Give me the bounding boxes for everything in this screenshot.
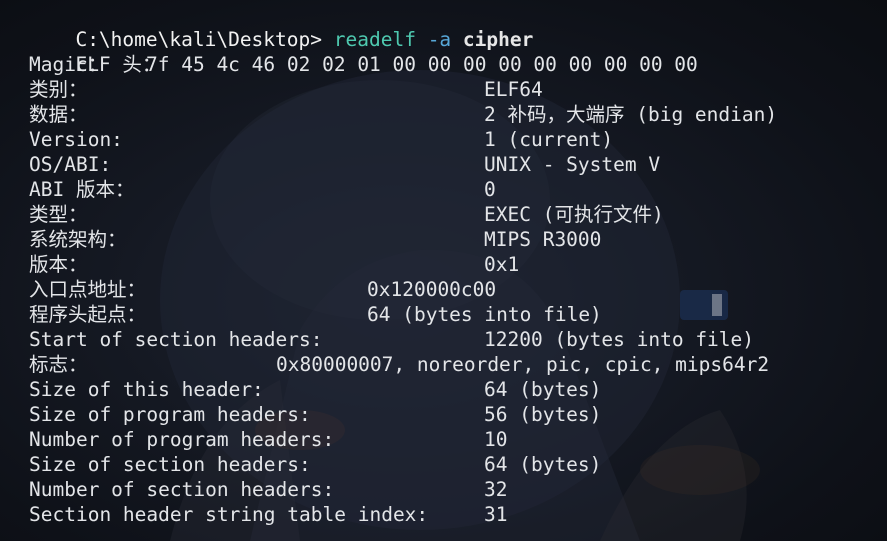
elf-field-row: ABI 版本： 0 bbox=[5, 177, 887, 202]
elf-field-row: Number of program headers: 10 bbox=[5, 427, 887, 452]
elf-field-row: Size of section headers: 64 (bytes) bbox=[5, 452, 887, 477]
field-value: 12200 (bytes into file) bbox=[484, 328, 755, 351]
field-label: Version: bbox=[29, 128, 123, 151]
magic-bytes: 7f 45 4c 46 02 02 01 00 00 00 00 00 00 0… bbox=[146, 53, 698, 76]
field-label: OS/ABI: bbox=[29, 153, 112, 176]
field-value: 31 bbox=[484, 503, 508, 526]
field-value: ELF64 bbox=[484, 78, 543, 101]
elf-field-row: 类别： ELF64 bbox=[5, 77, 887, 102]
field-label: 类别： bbox=[29, 78, 88, 101]
field-value: 64 (bytes) bbox=[484, 453, 602, 476]
field-label: Number of section headers: bbox=[29, 478, 335, 501]
field-value: 10 bbox=[484, 428, 508, 451]
elf-field-row: Section header string table index: 31 bbox=[5, 502, 887, 527]
field-value: 0x1 bbox=[484, 253, 520, 276]
field-value: 64 (bytes) bbox=[484, 378, 602, 401]
field-label: 版本： bbox=[29, 253, 88, 276]
elf-field-row: 数据： 2 补码，大端序 (big endian) bbox=[5, 102, 887, 127]
field-label: 数据： bbox=[29, 103, 88, 126]
elf-field-row: Size of program headers: 56 (bytes) bbox=[5, 402, 887, 427]
field-value: 0 bbox=[484, 178, 496, 201]
field-label: 程序头起点： bbox=[29, 303, 147, 326]
field-value: 64 (bytes into file) bbox=[367, 303, 602, 326]
field-value: 0x80000007, noreorder, pic, cpic, mips64… bbox=[276, 353, 770, 376]
field-label: ABI 版本： bbox=[29, 178, 135, 201]
elf-header-title: ELF 头： bbox=[5, 27, 887, 76]
terminal-window[interactable]: C:\home\kali\Desktop> readelf -a cipher … bbox=[0, 0, 887, 541]
field-label: Size of section headers: bbox=[29, 453, 311, 476]
field-value: EXEC (可执行文件) bbox=[484, 203, 664, 226]
elf-field-row: Number of section headers: 32 bbox=[5, 477, 887, 502]
elf-field-row: 类型： EXEC (可执行文件) bbox=[5, 202, 887, 227]
elf-field-row: Size of this header: 64 (bytes) bbox=[5, 377, 887, 402]
prompt-line: C:\home\kali\Desktop> readelf -a cipher bbox=[5, 2, 887, 51]
field-label: Size of program headers: bbox=[29, 403, 311, 426]
field-label: Section header string table index: bbox=[29, 503, 429, 526]
field-label: 系统架构： bbox=[29, 228, 127, 251]
field-label: 标志： bbox=[29, 353, 88, 376]
magic-label: Magic： bbox=[29, 53, 108, 76]
elf-field-row: 版本： 0x1 bbox=[5, 252, 887, 277]
elf-field-row: 入口点地址： 0x120000c00 bbox=[5, 277, 887, 302]
field-value: 2 补码，大端序 (big endian) bbox=[484, 103, 778, 126]
field-value: 1 (current) bbox=[484, 128, 614, 151]
magic-row: Magic： 7f 45 4c 46 02 02 01 00 00 00 00 … bbox=[5, 52, 887, 77]
field-label: Size of this header: bbox=[29, 378, 264, 401]
field-label: 入口点地址： bbox=[29, 278, 147, 301]
elf-field-row: OS/ABI: UNIX - System V bbox=[5, 152, 887, 177]
elf-field-row: Start of section headers: 12200 (bytes i… bbox=[5, 327, 887, 352]
field-value: 32 bbox=[484, 478, 508, 501]
elf-field-row: 系统架构： MIPS R3000 bbox=[5, 227, 887, 252]
field-label: Start of section headers: bbox=[29, 328, 323, 351]
field-label: Number of program headers: bbox=[29, 428, 335, 451]
field-value: MIPS R3000 bbox=[484, 228, 602, 251]
field-value: 0x120000c00 bbox=[367, 278, 497, 301]
elf-field-row: 程序头起点： 64 (bytes into file) bbox=[5, 302, 887, 327]
field-label: 类型： bbox=[29, 203, 88, 226]
field-value: UNIX - System V bbox=[484, 153, 661, 176]
elf-field-row: Version: 1 (current) bbox=[5, 127, 887, 152]
elf-field-row: 标志： 0x80000007, noreorder, pic, cpic, mi… bbox=[5, 352, 887, 377]
field-value: 56 (bytes) bbox=[484, 403, 602, 426]
